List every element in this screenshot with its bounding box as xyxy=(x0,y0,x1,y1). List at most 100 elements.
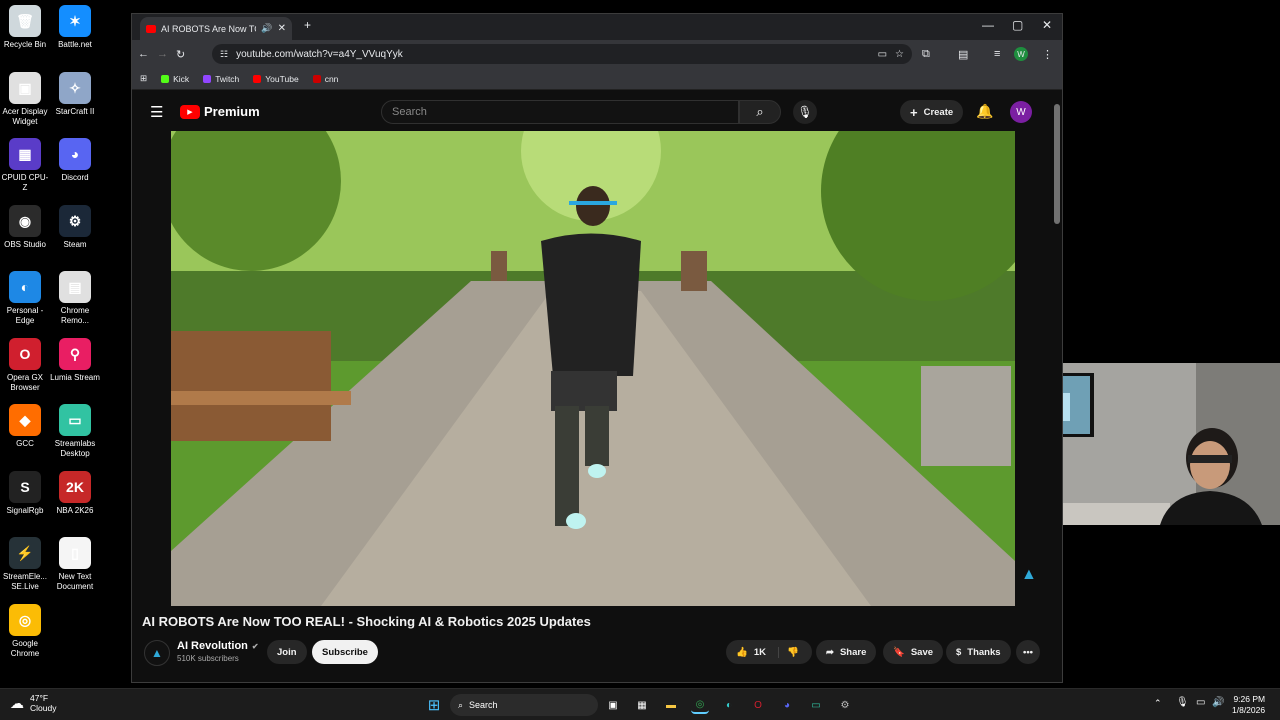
discord-taskbar-icon[interactable]: ◕ xyxy=(778,696,796,714)
profile-avatar[interactable]: W xyxy=(1014,47,1028,61)
speaker-icon[interactable]: 🔊 xyxy=(261,23,272,34)
subscribe-button[interactable]: Subscribe xyxy=(312,640,378,664)
desktop-icon-label: GCC xyxy=(16,439,34,448)
youtube-logo[interactable]: ▶ Premium xyxy=(180,104,260,119)
share-label: Share xyxy=(839,646,867,658)
channel-watermark-icon[interactable]: ▲ xyxy=(1021,566,1041,586)
mic-tray-icon[interactable]: 🎙 xyxy=(1176,697,1189,708)
channel-avatar[interactable]: ▲ xyxy=(144,640,170,666)
weather-widget[interactable]: ☁ 47°F Cloudy xyxy=(10,693,56,713)
back-icon[interactable]: ← xyxy=(138,48,149,60)
tab-youtube[interactable]: AI ROBOTS Are Now TOO R 🔊 ✕ xyxy=(140,17,292,40)
address-bar[interactable]: ☷ youtube.com/watch?v=a4Y_VVuqYyk ▭ ☆ xyxy=(212,44,912,64)
join-button[interactable]: Join xyxy=(267,640,307,664)
bookmark-item[interactable]: YouTube xyxy=(253,74,299,84)
close-window-icon[interactable]: ✕ xyxy=(1042,18,1052,32)
desktop-icon[interactable]: S SignalRgb xyxy=(0,470,50,516)
voice-search-button[interactable]: 🎙 xyxy=(793,100,817,124)
desktop-app-icon: ✶ xyxy=(59,5,91,37)
share-button[interactable]: ➦ Share xyxy=(816,640,877,664)
thanks-button[interactable]: $ Thanks xyxy=(946,640,1011,664)
bookmark-item[interactable]: Kick xyxy=(161,74,189,84)
video-player[interactable] xyxy=(171,131,1015,606)
desktop-icon[interactable]: ▭ Streamlabs Desktop xyxy=(50,404,100,459)
desktop-icon-label: Opera GX Browser xyxy=(6,372,43,392)
new-tab-icon[interactable]: + xyxy=(304,18,311,32)
desktop-icon[interactable]: 🗑 Recycle Bin xyxy=(0,5,50,50)
edge-taskbar-icon[interactable]: ◐ xyxy=(720,696,738,714)
weather-desc: Cloudy xyxy=(30,703,57,713)
desktop-icon[interactable]: O Opera GX Browser xyxy=(0,337,50,393)
desktop-app-icon: ⚡ xyxy=(9,537,41,569)
extensions-icon[interactable]: ⧉ xyxy=(922,48,930,61)
microphone-icon: 🎙 xyxy=(797,105,813,119)
taskbar-search[interactable]: ⌕ Search xyxy=(450,694,598,716)
hamburger-menu-icon[interactable]: ☰ xyxy=(150,103,163,121)
minimize-icon[interactable]: — xyxy=(982,18,994,32)
start-button-icon[interactable]: ⊞ xyxy=(425,696,443,714)
desktop-icon[interactable]: ◆ GCC xyxy=(0,404,50,449)
install-app-icon[interactable]: ▭ xyxy=(878,49,887,60)
bookmark-item[interactable]: cnn xyxy=(312,74,338,84)
desktop-icon[interactable]: ◎ Google Chrome xyxy=(0,603,50,659)
desktop-icon[interactable]: ◉ OBS Studio xyxy=(0,204,50,250)
youtube-avatar[interactable]: W xyxy=(1010,101,1032,123)
bookmark-star-icon[interactable]: ☆ xyxy=(895,49,904,60)
file-explorer-icon[interactable]: ▬ xyxy=(662,696,680,714)
save-button[interactable]: 🔖 Save xyxy=(883,640,944,664)
network-icon[interactable]: ▭ xyxy=(1196,697,1205,708)
volume-icon[interactable]: 🔊 xyxy=(1212,697,1224,708)
menu-icon[interactable]: ⋮ xyxy=(1042,48,1053,61)
thumbs-up-icon[interactable]: 👍 xyxy=(736,647,748,658)
more-actions-button[interactable]: ••• xyxy=(1016,640,1040,664)
side-panel-icon[interactable]: ▤ xyxy=(958,48,968,61)
desktop-icon-label: Streamlabs Desktop xyxy=(54,439,96,458)
desktop-icon[interactable]: ⚲ Lumia Stream xyxy=(50,337,100,383)
opera-taskbar-icon[interactable]: O xyxy=(749,696,767,714)
apps-grid-icon[interactable]: ⊞ xyxy=(140,73,147,84)
desktop-icon[interactable]: ▦ CPUID CPU-Z xyxy=(0,138,50,193)
forward-icon[interactable]: → xyxy=(157,48,168,60)
channel-name[interactable]: AI Revolution xyxy=(177,640,248,652)
desktop-icon-label: StreamEle... SE.Live xyxy=(2,572,47,591)
desktop-icon[interactable]: ⚡ StreamEle... SE.Live xyxy=(0,537,50,592)
page-scrollbar[interactable] xyxy=(1052,94,1062,680)
tab-close-icon[interactable]: ✕ xyxy=(278,23,286,34)
clock[interactable]: 9:26 PM 1/8/2026 xyxy=(1232,694,1265,716)
desktop-icon[interactable]: ◕ Discord xyxy=(50,138,100,183)
reload-icon[interactable]: ↻ xyxy=(176,48,185,61)
desktop-icon[interactable]: 2K NBA 2K26 xyxy=(50,470,100,516)
url-text[interactable]: youtube.com/watch?v=a4Y_VVuqYyk xyxy=(236,49,870,60)
search-button[interactable]: ⌕ xyxy=(739,100,781,124)
desktop-app-icon: ◆ xyxy=(9,404,41,436)
maximize-icon[interactable]: ▢ xyxy=(1012,18,1023,32)
streamlabs-taskbar-icon[interactable]: ▭ xyxy=(807,696,825,714)
search-input[interactable]: Search xyxy=(381,100,739,124)
desktop-app-icon: 2K xyxy=(59,470,91,503)
desktop-icon[interactable]: ✧ StarCraft II xyxy=(50,71,100,117)
desktop-icon[interactable]: ▣ Acer Display Widget xyxy=(0,71,50,127)
desktop-icon[interactable]: ⚙ Steam xyxy=(50,204,100,250)
notifications-bell-icon[interactable]: 🔔 xyxy=(976,103,993,120)
create-button[interactable]: + Create xyxy=(900,100,964,124)
app-taskbar-icon[interactable]: ⚙ xyxy=(836,696,854,714)
desktop-icon[interactable]: ◐ Personal - Edge xyxy=(0,271,50,326)
virtual-desktop-icon[interactable]: ▦ xyxy=(633,696,651,714)
like-count[interactable]: 1K xyxy=(754,647,766,658)
desktop-icon-label: Personal - Edge xyxy=(6,306,44,325)
bookmark-item[interactable]: Twitch xyxy=(203,74,239,84)
bookmark-favicon-icon xyxy=(161,74,170,83)
desktop-app-icon: ▯ xyxy=(59,537,91,569)
youtube-favicon-icon xyxy=(146,24,156,33)
desktop-icon[interactable]: ✶ Battle.net xyxy=(50,5,100,50)
site-info-icon[interactable]: ☷ xyxy=(220,49,228,60)
task-view-icon[interactable]: ▣ xyxy=(604,696,622,714)
media-icon[interactable]: ≡ xyxy=(994,48,1000,60)
chrome-taskbar-icon[interactable]: ◎ xyxy=(691,696,709,714)
bookmark-favicon-icon xyxy=(203,74,212,83)
desktop-icon[interactable]: ▤ Chrome Remo... xyxy=(50,271,100,326)
thumbs-down-icon[interactable]: 👎 xyxy=(778,646,799,658)
desktop-icon[interactable]: ▯ New Text Document xyxy=(50,537,100,592)
scrollbar-thumb[interactable] xyxy=(1054,104,1060,224)
tray-chevron-icon[interactable]: ⌃ xyxy=(1154,698,1162,709)
